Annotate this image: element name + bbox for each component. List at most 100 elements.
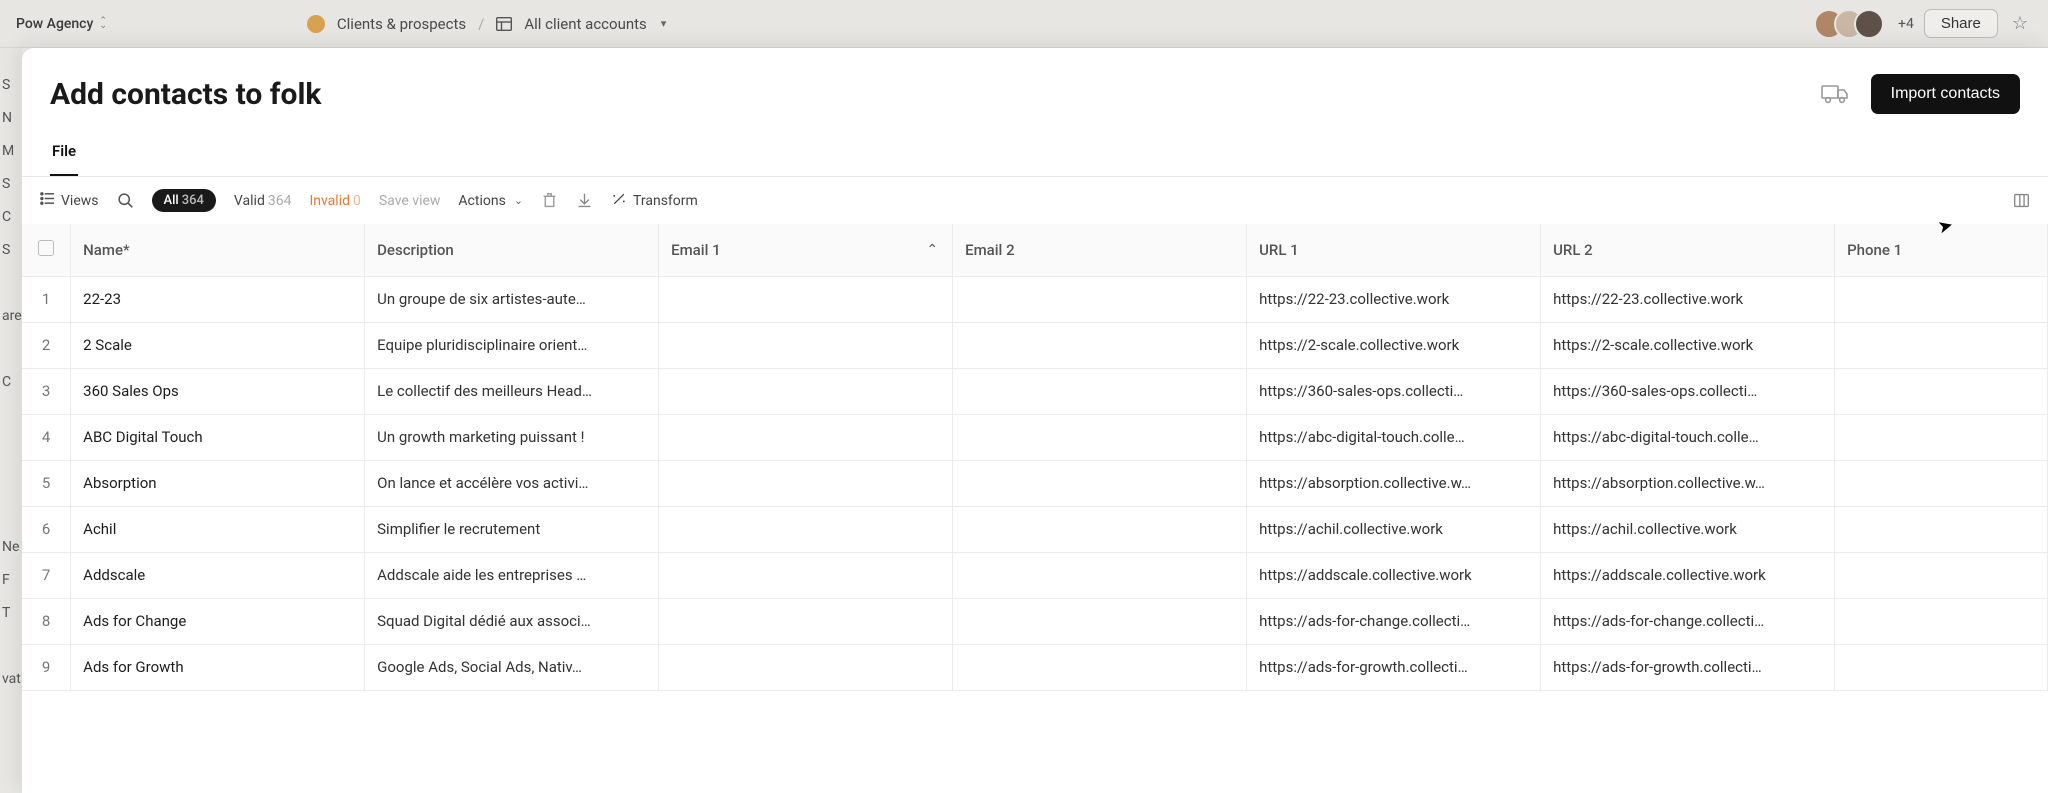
cell-phone1[interactable] — [1835, 414, 2048, 460]
table-row[interactable]: 4ABC Digital TouchUn growth marketing pu… — [22, 414, 2048, 460]
column-header-email1[interactable]: Email 1 ⌃ — [659, 224, 953, 276]
cell-url1[interactable]: https://abc-digital-touch.colle… — [1247, 414, 1541, 460]
workspace-switcher[interactable]: Pow Agency ⌃⌄ — [16, 16, 107, 32]
cell-email2[interactable] — [953, 322, 1247, 368]
cell-email1[interactable] — [659, 506, 953, 552]
cell-url2[interactable]: https://ads-for-growth.collecti… — [1541, 644, 1835, 690]
cell-email2[interactable] — [953, 276, 1247, 322]
table-row[interactable]: 5AbsorptionOn lance et accélère vos acti… — [22, 460, 2048, 506]
cell-email1[interactable] — [659, 368, 953, 414]
cell-url1[interactable]: https://22-23.collective.work — [1247, 276, 1541, 322]
cell-email1[interactable] — [659, 644, 953, 690]
cell-email1[interactable] — [659, 552, 953, 598]
cell-email2[interactable] — [953, 598, 1247, 644]
delete-button[interactable] — [541, 192, 558, 209]
star-icon[interactable]: ☆ — [2012, 13, 2028, 34]
cell-name[interactable]: 22-23 — [71, 276, 365, 322]
cell-phone1[interactable] — [1835, 506, 2048, 552]
cell-url1[interactable]: https://ads-for-growth.collecti… — [1247, 644, 1541, 690]
cell-name[interactable]: Addscale — [71, 552, 365, 598]
cell-email1[interactable] — [659, 322, 953, 368]
column-header-phone1[interactable]: Phone 1 — [1835, 224, 2048, 276]
table-row[interactable]: 7AddscaleAddscale aide les entreprises …… — [22, 552, 2048, 598]
cell-url2[interactable]: https://22-23.collective.work — [1541, 276, 1835, 322]
cell-description[interactable]: Un growth marketing puissant ! — [365, 414, 659, 460]
cell-name[interactable]: Absorption — [71, 460, 365, 506]
cell-description[interactable]: Le collectif des meilleurs Head… — [365, 368, 659, 414]
filter-pill-all[interactable]: All364 — [152, 189, 216, 212]
cell-url2[interactable]: https://achil.collective.work — [1541, 506, 1835, 552]
column-header-url2[interactable]: URL 2 — [1541, 224, 1835, 276]
cell-phone1[interactable] — [1835, 368, 2048, 414]
cell-phone1[interactable] — [1835, 598, 2048, 644]
cell-name[interactable]: Ads for Growth — [71, 644, 365, 690]
select-all-checkbox[interactable] — [38, 240, 54, 256]
cell-url1[interactable]: https://ads-for-change.collecti… — [1247, 598, 1541, 644]
table-row[interactable]: 9Ads for GrowthGoogle Ads, Social Ads, N… — [22, 644, 2048, 690]
share-button[interactable]: Share — [1924, 9, 1998, 38]
table-row[interactable]: 22 ScaleEquipe pluridisciplinaire orient… — [22, 322, 2048, 368]
cell-description[interactable]: Google Ads, Social Ads, Nativ… — [365, 644, 659, 690]
views-button[interactable]: Views — [40, 191, 99, 210]
cell-phone1[interactable] — [1835, 460, 2048, 506]
cell-phone1[interactable] — [1835, 276, 2048, 322]
cell-name[interactable]: 2 Scale — [71, 322, 365, 368]
cell-email1[interactable] — [659, 276, 953, 322]
import-contacts-button[interactable]: Import contacts — [1871, 74, 2020, 114]
cell-url1[interactable]: https://addscale.collective.work — [1247, 552, 1541, 598]
download-button[interactable] — [576, 192, 593, 209]
column-header-url1[interactable]: URL 1 — [1247, 224, 1541, 276]
cell-name[interactable]: Achil — [71, 506, 365, 552]
cell-phone1[interactable] — [1835, 644, 2048, 690]
cell-description[interactable]: Simplifier le recrutement — [365, 506, 659, 552]
cell-description[interactable]: Un groupe de six artistes-aute… — [365, 276, 659, 322]
breadcrumb-group[interactable]: Clients & prospects — [337, 15, 466, 33]
cell-name[interactable]: 360 Sales Ops — [71, 368, 365, 414]
filter-invalid[interactable]: Invalid0 — [309, 193, 360, 209]
actions-dropdown[interactable]: Actions ⌄ — [458, 193, 523, 209]
cell-url1[interactable]: https://2-scale.collective.work — [1247, 322, 1541, 368]
cell-url2[interactable]: https://ads-for-change.collecti… — [1541, 598, 1835, 644]
filter-valid[interactable]: Valid364 — [234, 193, 292, 209]
cell-name[interactable]: Ads for Change — [71, 598, 365, 644]
cell-name[interactable]: ABC Digital Touch — [71, 414, 365, 460]
cell-url2[interactable]: https://absorption.collective.w… — [1541, 460, 1835, 506]
cell-description[interactable]: Addscale aide les entreprises … — [365, 552, 659, 598]
table-row[interactable]: 3360 Sales OpsLe collectif des meilleurs… — [22, 368, 2048, 414]
table-row[interactable]: 122-23Un groupe de six artistes-aute…htt… — [22, 276, 2048, 322]
column-header-description[interactable]: Description — [365, 224, 659, 276]
cell-email2[interactable] — [953, 368, 1247, 414]
transform-button[interactable]: Transform — [611, 191, 698, 211]
cell-url2[interactable]: https://360-sales-ops.collecti… — [1541, 368, 1835, 414]
cell-email2[interactable] — [953, 644, 1247, 690]
avatar-overflow-count[interactable]: +4 — [1898, 16, 1914, 32]
avatar-stack[interactable] — [1824, 9, 1884, 39]
cell-email2[interactable] — [953, 506, 1247, 552]
cell-url1[interactable]: https://360-sales-ops.collecti… — [1247, 368, 1541, 414]
cell-url2[interactable]: https://abc-digital-touch.colle… — [1541, 414, 1835, 460]
cell-url1[interactable]: https://absorption.collective.w… — [1247, 460, 1541, 506]
cell-description[interactable]: Equipe pluridisciplinaire orient… — [365, 322, 659, 368]
cell-phone1[interactable] — [1835, 552, 2048, 598]
cell-email2[interactable] — [953, 552, 1247, 598]
columns-icon[interactable] — [2013, 192, 2030, 209]
cell-description[interactable]: Squad Digital dédié aux associ… — [365, 598, 659, 644]
cell-url2[interactable]: https://addscale.collective.work — [1541, 552, 1835, 598]
cell-email1[interactable] — [659, 598, 953, 644]
select-all-header[interactable] — [22, 224, 71, 276]
cell-url2[interactable]: https://2-scale.collective.work — [1541, 322, 1835, 368]
column-header-name[interactable]: Name* — [71, 224, 365, 276]
breadcrumb-view[interactable]: All client accounts — [524, 15, 646, 33]
table-row[interactable]: 8Ads for ChangeSquad Digital dédié aux a… — [22, 598, 2048, 644]
column-header-email2[interactable]: Email 2 — [953, 224, 1247, 276]
cell-email1[interactable] — [659, 460, 953, 506]
cell-email2[interactable] — [953, 414, 1247, 460]
cell-email2[interactable] — [953, 460, 1247, 506]
cell-description[interactable]: On lance et accélère vos activi… — [365, 460, 659, 506]
cell-email1[interactable] — [659, 414, 953, 460]
cell-url1[interactable]: https://achil.collective.work — [1247, 506, 1541, 552]
tab-file[interactable]: File — [50, 134, 78, 176]
search-button[interactable] — [117, 192, 134, 209]
cell-phone1[interactable] — [1835, 322, 2048, 368]
table-row[interactable]: 6AchilSimplifier le recrutementhttps://a… — [22, 506, 2048, 552]
